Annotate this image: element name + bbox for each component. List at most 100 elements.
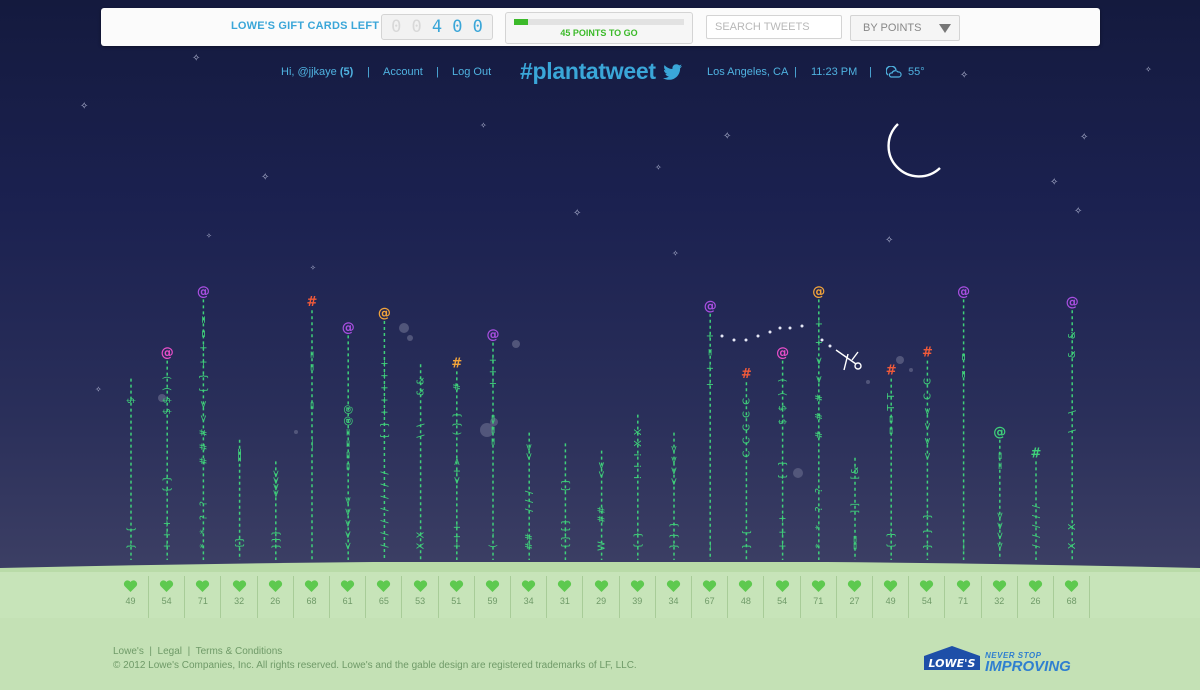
plant-score[interactable]: 51 <box>439 576 475 618</box>
plant[interactable]: {}== <box>235 439 246 560</box>
plant-score[interactable]: 49 <box>873 576 910 618</box>
plant-score[interactable]: 39 <box>620 576 656 618</box>
heart-icon[interactable] <box>992 580 1007 593</box>
plant-score[interactable]: 26 <box>258 576 294 618</box>
lowes-logo[interactable]: LOWE'S <box>922 644 982 672</box>
plant[interactable]: } {$ <box>126 378 137 560</box>
plant[interactable]: ##///<< <box>524 432 535 560</box>
plant-char: = <box>235 448 246 456</box>
plant-char: & <box>1067 331 1078 339</box>
plant[interactable]: + + + {} $ $)) @ <box>776 346 789 560</box>
score-value: 49 <box>885 596 896 606</box>
heart-icon[interactable] <box>376 580 391 593</box>
plant-score[interactable]: 49 <box>113 576 149 618</box>
plant[interactable]: ==]][& <box>850 457 861 560</box>
heart-icon[interactable] <box>702 580 717 593</box>
plant-score[interactable]: 31 <box>547 576 584 618</box>
heart-icon[interactable] <box>630 580 645 593</box>
heart-icon[interactable] <box>340 580 355 593</box>
plant[interactable]: * *?? # # # < < {} + + = = @ <box>197 284 210 560</box>
plant-score[interactable]: 67 <box>692 576 729 618</box>
plant[interactable]: + + + {} $ $)) @ <box>161 346 174 560</box>
footer-links: Lowe's | Legal | Terms & Conditions <box>113 646 282 657</box>
plant[interactable]: — + + = + @ <box>704 299 717 560</box>
tagline-line-2: IMPROVING <box>985 658 1071 675</box>
heart-icon[interactable] <box>413 580 428 593</box>
plant[interactable]: }}}<<<< <box>271 461 282 560</box>
plant-score[interactable]: 61 <box>330 576 367 618</box>
heart-icon[interactable] <box>304 580 319 593</box>
plant-score[interactable]: 65 <box>366 576 403 618</box>
plant-score[interactable]: 54 <box>765 576 801 618</box>
heart-icon[interactable] <box>485 580 500 593</box>
plant-score[interactable]: 29 <box>584 576 620 618</box>
plant-score[interactable]: 71 <box>801 576 837 618</box>
plant[interactable]: <<<<<====@@@ <box>342 320 355 560</box>
heart-icon[interactable] <box>738 580 753 593</box>
plant-char: / <box>524 508 535 512</box>
heart-icon[interactable] <box>883 580 898 593</box>
plant-score[interactable]: 53 <box>403 576 439 618</box>
plant-score[interactable]: 48 <box>728 576 765 618</box>
plant-score[interactable]: 54 <box>909 576 946 618</box>
plant[interactable]: XX \ \ & & <box>416 364 427 560</box>
plant[interactable]: }}}<<<< <box>669 432 680 560</box>
heart-icon[interactable] <box>159 580 174 593</box>
plant[interactable]: < < < < = = @ <box>993 425 1006 560</box>
plant-score[interactable]: 32 <box>982 576 1018 618</box>
heart-icon[interactable] <box>123 580 138 593</box>
plant[interactable]: (- = = = + + + @ <box>487 328 500 560</box>
plant[interactable]: }}} < < < < C C # <box>922 346 933 560</box>
plant-score[interactable]: 27 <box>837 576 873 618</box>
plant-char: = <box>850 535 861 543</box>
heart-icon[interactable] <box>666 580 681 593</box>
heart-icon[interactable] <box>557 580 572 593</box>
heart-icon[interactable] <box>811 580 826 593</box>
plant-score[interactable]: 32 <box>222 576 258 618</box>
plant-char: } <box>922 513 933 519</box>
plant[interactable]: {}!!! XX <box>633 414 644 560</box>
plant-score[interactable]: 68 <box>1054 576 1091 618</box>
plant[interactable]: }{CCCCC# <box>741 367 752 560</box>
heart-icon[interactable] <box>268 580 283 593</box>
heart-icon[interactable] <box>847 580 862 593</box>
heart-icon[interactable] <box>449 580 464 593</box>
heart-icon[interactable] <box>1064 580 1079 593</box>
plant-char: { <box>162 487 173 493</box>
plant-char: } <box>741 543 752 549</box>
plant[interactable]: — = = @ <box>957 284 970 560</box>
plant-score[interactable]: 68 <box>294 576 330 618</box>
plant[interactable]: {} = = TT # <box>886 364 897 560</box>
plant[interactable]: * *?? # # # < < + + @ <box>812 284 825 560</box>
plant-score[interactable]: 59 <box>475 576 511 618</box>
plant-score[interactable]: 26 <box>1018 576 1054 618</box>
plant-char: # <box>597 515 608 523</box>
heart-icon[interactable] <box>775 580 790 593</box>
plant[interactable]: {} {} {} <box>560 443 571 560</box>
heart-icon[interactable] <box>195 580 210 593</box>
plant-score[interactable]: 54 <box>149 576 186 618</box>
plant[interactable]: /////# <box>1031 446 1042 560</box>
plant-char: = <box>886 427 897 435</box>
heart-icon[interactable] <box>919 580 934 593</box>
plant[interactable]: W ## << <box>597 450 608 560</box>
heart-icon[interactable] <box>232 580 247 593</box>
plant-score[interactable]: 34 <box>656 576 692 618</box>
footer-link-lowes[interactable]: Lowe's <box>113 646 144 657</box>
score-value: 34 <box>668 596 679 606</box>
heart-icon[interactable] <box>956 580 971 593</box>
heart-icon[interactable] <box>521 580 536 593</box>
plant[interactable]: X X \ \ & & @ <box>1066 295 1079 560</box>
plant-char: < <box>524 452 535 460</box>
plant[interactable]: — = = = # <box>307 295 318 560</box>
plant-score[interactable]: 34 <box>511 576 548 618</box>
footer-link-legal[interactable]: Legal <box>158 646 182 657</box>
heart-icon[interactable] <box>1028 580 1043 593</box>
footer-link-terms[interactable]: Terms & Conditions <box>196 646 283 657</box>
heart-icon[interactable] <box>594 580 609 593</box>
plant[interactable]: ///////{}+++++@ <box>378 306 391 560</box>
plant-score[interactable]: 71 <box>946 576 982 618</box>
plant-score[interactable]: 71 <box>185 576 222 618</box>
plant-char: } <box>922 528 933 534</box>
plant[interactable]: +++<+>(}}## <box>451 356 463 560</box>
